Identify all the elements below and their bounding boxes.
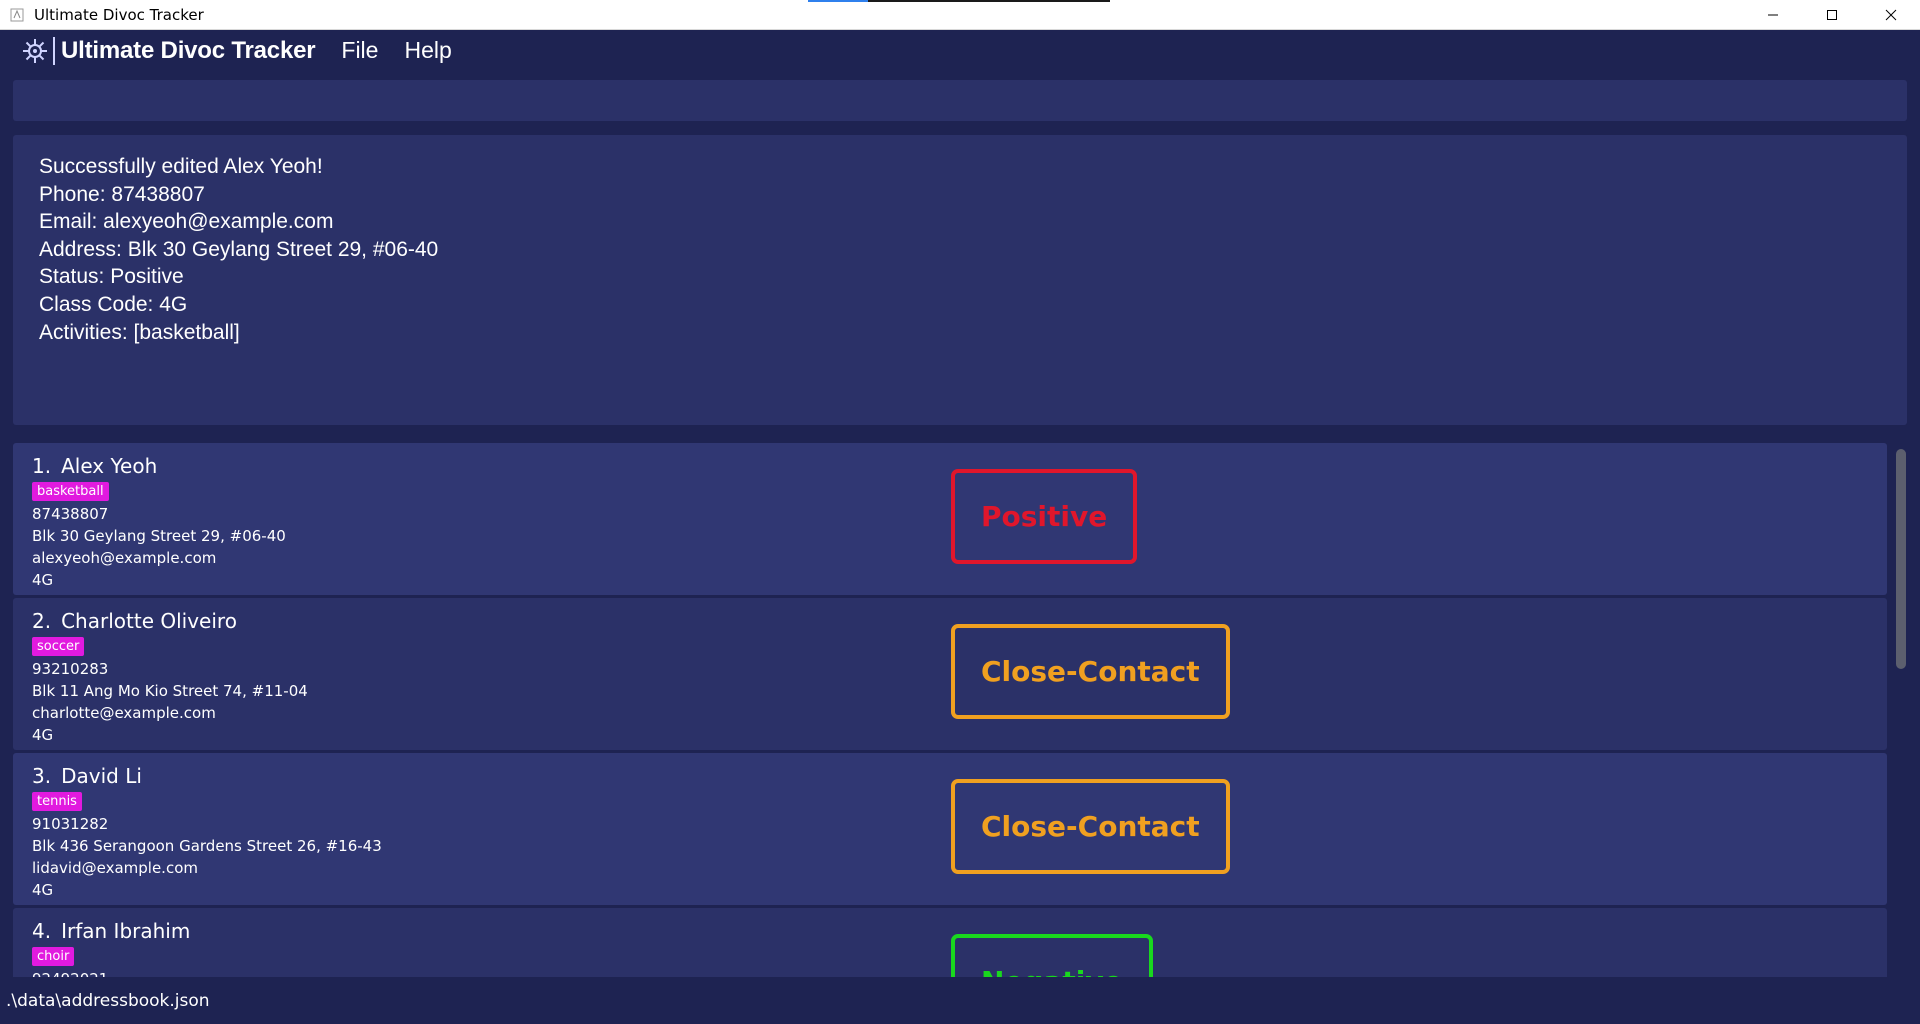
person-name: David Li bbox=[61, 764, 142, 788]
person-phone: 91031282 bbox=[32, 815, 109, 833]
menu-file[interactable]: File bbox=[341, 37, 378, 64]
result-line: Email: alexyeoh@example.com bbox=[39, 210, 334, 234]
result-line: Class Code: 4G bbox=[39, 292, 188, 316]
status-badge: Negative bbox=[951, 934, 1153, 977]
person-list[interactable]: 1. Alex Yeoh basketball 87438807 Blk 30 G… bbox=[13, 441, 1907, 977]
activity-tag: choir bbox=[32, 947, 75, 966]
person-class-code: 4G bbox=[32, 881, 54, 899]
person-class-code: 4G bbox=[32, 571, 54, 589]
person-name: Irfan Ibrahim bbox=[61, 919, 191, 943]
person-email: lidavid@example.com bbox=[32, 859, 198, 877]
status-badge: Close-Contact bbox=[951, 624, 1230, 719]
status-bar: .\data\addressbook.json bbox=[0, 977, 1920, 1024]
window-titlebar: Ultimate Divoc Tracker bbox=[0, 0, 1920, 30]
window-title: Ultimate Divoc Tracker bbox=[34, 5, 204, 24]
close-button[interactable] bbox=[1861, 0, 1920, 29]
minimize-icon bbox=[1767, 14, 1778, 15]
person-index: 1. bbox=[32, 454, 52, 478]
result-line: Address: Blk 30 Geylang Street 29, #06-4… bbox=[39, 237, 439, 261]
result-line: Phone: 87438807 bbox=[39, 182, 205, 206]
person-phone: 93210283 bbox=[32, 660, 109, 678]
person-card[interactable]: 1. Alex Yeoh basketball 87438807 Blk 30 G… bbox=[13, 443, 1887, 595]
person-name: Charlotte Oliveiro bbox=[61, 609, 237, 633]
person-address: Blk 11 Ang Mo Kio Street 74, #11-04 bbox=[32, 682, 308, 700]
maximize-icon bbox=[1826, 9, 1837, 20]
person-email: charlotte@example.com bbox=[32, 704, 216, 722]
app-icon bbox=[9, 7, 25, 23]
result-line: Activities: [basketball] bbox=[39, 320, 240, 344]
status-badge: Positive bbox=[951, 469, 1138, 564]
person-name: Alex Yeoh bbox=[61, 454, 158, 478]
person-index: 3. bbox=[32, 764, 52, 788]
close-icon bbox=[1885, 9, 1896, 20]
status-badge: Close-Contact bbox=[951, 779, 1230, 874]
person-card[interactable]: 3. David Li tennis 91031282 Blk 436 Seran… bbox=[13, 753, 1887, 905]
person-phone: 87438807 bbox=[32, 505, 109, 523]
person-card[interactable]: 2. Charlotte Oliveiro soccer 93210283 Blk… bbox=[13, 598, 1887, 750]
activity-tag: basketball bbox=[32, 482, 109, 501]
menu-bar: Ultimate Divoc Tracker File Help bbox=[0, 30, 1920, 71]
activity-tag: soccer bbox=[32, 637, 85, 656]
activity-tag: tennis bbox=[32, 792, 82, 811]
result-line: Successfully edited Alex Yeoh! bbox=[39, 155, 323, 178]
title-progress-strip bbox=[808, 0, 1110, 2]
person-card[interactable]: 4. Irfan Ibrahim choir 92492021 Negative bbox=[13, 908, 1887, 977]
result-display: Successfully edited Alex Yeoh! Phone: 87… bbox=[13, 135, 1907, 425]
brand-separator bbox=[53, 36, 55, 65]
person-address: Blk 436 Serangoon Gardens Street 26, #16… bbox=[32, 837, 382, 855]
person-phone: 92492021 bbox=[32, 970, 108, 977]
maximize-button[interactable] bbox=[1802, 0, 1861, 29]
list-scrollbar-thumb[interactable] bbox=[1896, 449, 1906, 669]
person-index: 2. bbox=[32, 609, 52, 633]
command-input[interactable] bbox=[13, 80, 1907, 121]
virus-logo-icon bbox=[22, 37, 50, 65]
person-email: alexyeoh@example.com bbox=[32, 549, 217, 567]
result-line: Status: Positive bbox=[39, 265, 184, 289]
menu-help[interactable]: Help bbox=[404, 37, 451, 64]
person-address: Blk 30 Geylang Street 29, #06-40 bbox=[32, 527, 286, 545]
person-class-code: 4G bbox=[32, 726, 54, 744]
data-file-path: .\data\addressbook.json bbox=[6, 990, 210, 1011]
minimize-button[interactable] bbox=[1743, 0, 1802, 29]
app-brand-title: Ultimate Divoc Tracker bbox=[61, 36, 316, 64]
person-index: 4. bbox=[32, 919, 52, 943]
